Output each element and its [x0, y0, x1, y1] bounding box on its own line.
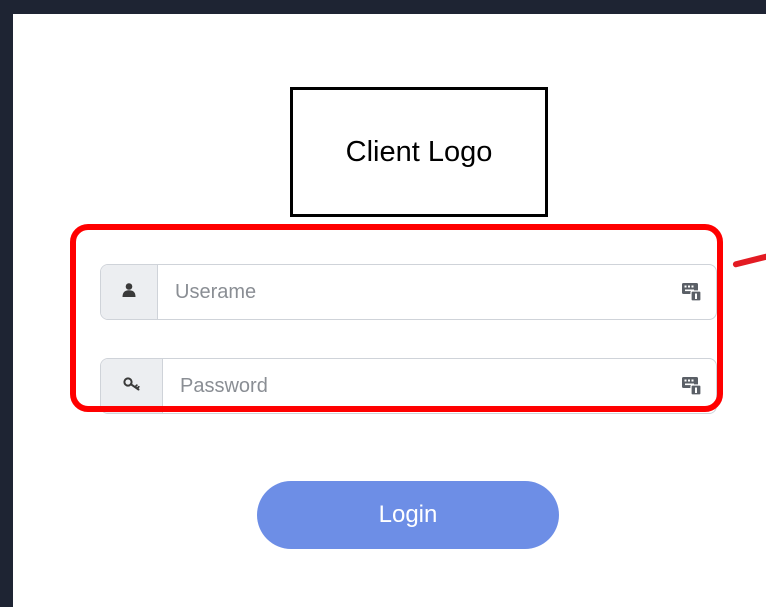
client-logo-placeholder: Client Logo: [290, 87, 548, 217]
credentials-highlight-box: [70, 224, 723, 412]
client-logo-label: Client Logo: [345, 135, 493, 168]
login-button-label: Login: [378, 501, 438, 528]
login-button[interactable]: Login: [257, 481, 559, 549]
